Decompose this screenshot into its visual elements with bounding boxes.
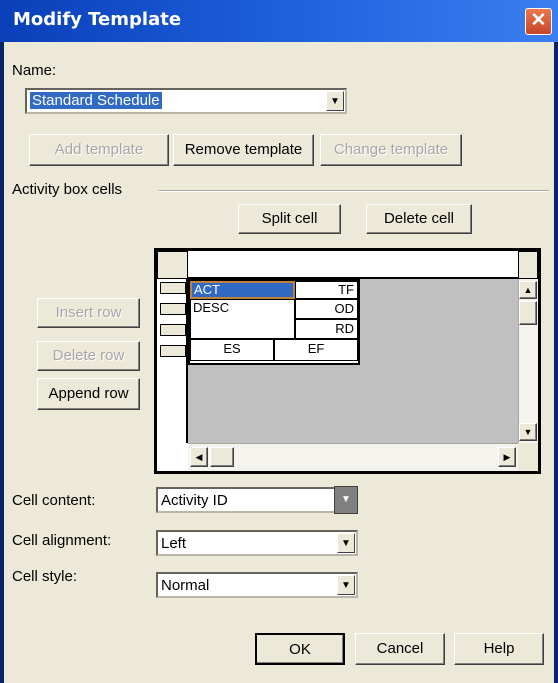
right-column-header (518, 251, 538, 279)
chevron-down-icon[interactable]: ▼ (337, 533, 355, 553)
row-header-3[interactable] (160, 324, 186, 336)
cell-alignment-label: Cell alignment: (12, 532, 112, 549)
cell-es[interactable]: ES (190, 339, 274, 361)
delete-row-button[interactable]: Delete row (37, 341, 140, 371)
cell-content-field[interactable]: Activity ID (156, 487, 337, 513)
cell-act[interactable]: ACT (190, 281, 295, 299)
cancel-button[interactable]: Cancel (355, 633, 445, 665)
cell-desc[interactable]: DESC (190, 299, 295, 339)
cell-od[interactable]: OD (295, 299, 358, 319)
chevron-down-icon[interactable]: ▼ (337, 575, 355, 595)
cell-style-label: Cell style: (12, 568, 78, 585)
name-selected-value: Standard Schedule (30, 92, 162, 109)
scroll-right-icon[interactable]: ▶ (498, 447, 516, 467)
scroll-down-icon[interactable]: ▼ (519, 423, 537, 441)
delete-cell-button[interactable]: Delete cell (366, 204, 472, 234)
scroll-left-icon[interactable]: ◀ (190, 447, 208, 467)
cell-style-dropdown[interactable]: Normal ▼ (156, 572, 358, 598)
corner-header (157, 251, 188, 279)
insert-row-button[interactable]: Insert row (37, 298, 140, 328)
row-header-4[interactable] (160, 345, 186, 357)
cell-style-value: Normal (161, 577, 210, 594)
chevron-down-icon[interactable]: ▼ (326, 91, 344, 111)
scroll-up-icon[interactable]: ▲ (519, 281, 537, 299)
cell-ef[interactable]: EF (274, 339, 358, 361)
row-header-2[interactable] (160, 303, 186, 315)
chevron-down-icon[interactable]: ▼ (334, 486, 358, 514)
close-icon[interactable]: ✕ (525, 8, 552, 35)
dialog-body: Name: Standard Schedule ▼ Add template R… (4, 42, 554, 683)
name-dropdown[interactable]: Standard Schedule ▼ (25, 88, 347, 114)
window-title: Modify Template (13, 9, 182, 30)
cell-content-label: Cell content: (12, 492, 96, 509)
cell-alignment-value: Left (161, 535, 187, 552)
vertical-scroll-thumb[interactable] (519, 301, 537, 325)
name-label: Name: (12, 62, 57, 79)
horizontal-scrollbar[interactable] (188, 443, 518, 471)
remove-template-button[interactable]: Remove template (173, 134, 314, 166)
column-header-strip (157, 251, 538, 279)
row-header-1[interactable] (160, 282, 186, 294)
activity-box-preview[interactable]: ACT TF DESC OD RD ES EF ▲ ▼ ◀ ▶ (154, 248, 541, 474)
split-cell-button[interactable]: Split cell (238, 204, 341, 234)
add-template-button[interactable]: Add template (29, 134, 169, 166)
cell-rd[interactable]: RD (295, 319, 358, 339)
scroll-corner (518, 443, 538, 471)
change-template-button[interactable]: Change template (320, 134, 462, 166)
help-button[interactable]: Help (454, 633, 544, 665)
group-divider (159, 190, 549, 192)
horizontal-scroll-thumb[interactable] (210, 447, 234, 467)
activity-box-cells-label: Activity box cells (12, 181, 123, 198)
cell-content-value: Activity ID (161, 492, 228, 509)
cell-alignment-dropdown[interactable]: Left ▼ (156, 530, 358, 556)
cell-tf[interactable]: TF (295, 281, 358, 299)
append-row-button[interactable]: Append row (37, 378, 140, 410)
title-bar[interactable]: Modify Template ✕ (0, 0, 558, 42)
ok-button[interactable]: OK (255, 633, 345, 665)
